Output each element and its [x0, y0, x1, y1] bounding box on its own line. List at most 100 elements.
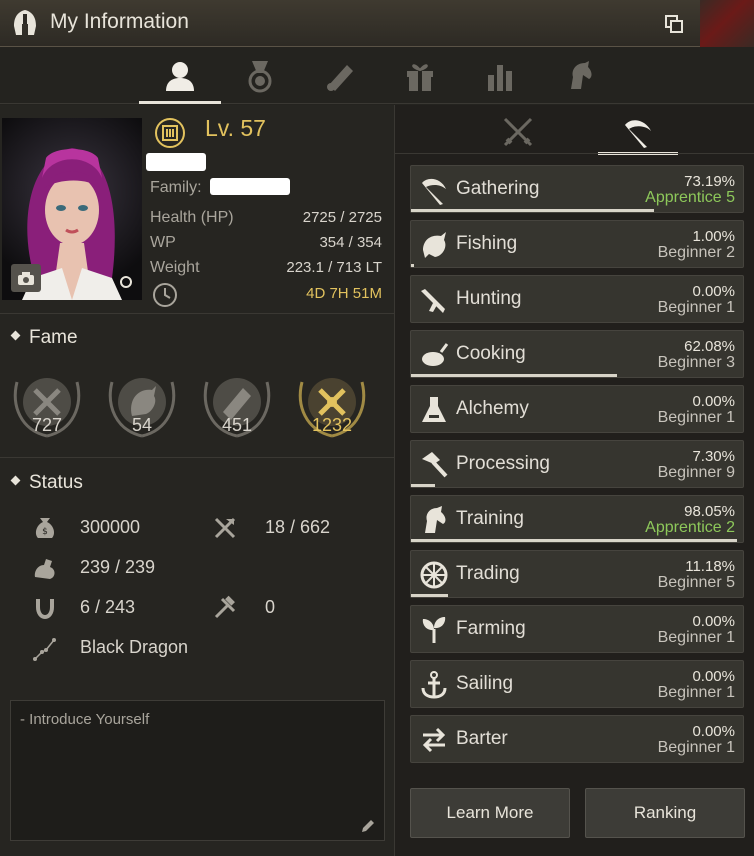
skill-percent: 0.00% — [692, 668, 735, 685]
pencil-icon[interactable] — [360, 818, 376, 834]
swap-arrows-icon — [422, 727, 446, 753]
skill-progress-bar — [411, 539, 737, 542]
skill-percent: 7.30% — [692, 448, 735, 465]
zodiac-value: Black Dragon — [80, 637, 189, 657]
tab-character[interactable] — [139, 54, 221, 104]
sickle-icon — [625, 120, 651, 148]
flask-icon — [422, 397, 446, 422]
character-portrait — [2, 118, 142, 300]
skill-row-fishing[interactable]: Fishing 1.00% Beginner 2 — [410, 220, 744, 268]
tab-knowledge[interactable] — [317, 54, 363, 98]
tab-mount[interactable] — [557, 54, 603, 98]
gift-icon — [407, 64, 433, 91]
skill-rank: Beginner 2 — [657, 244, 735, 261]
stat-label: Weight — [150, 259, 200, 276]
skill-row-gathering[interactable]: Gathering 73.19% Apprentice 5 — [410, 165, 744, 213]
wheel-icon — [420, 561, 448, 589]
skill-rank: Beginner 1 — [657, 409, 735, 426]
skill-row-sailing[interactable]: Sailing 0.00% Beginner 1 — [410, 660, 744, 708]
stat-label: Health (HP) — [150, 209, 234, 226]
wp-row: WP 354 / 354 — [150, 234, 382, 252]
tab-underline-bar — [395, 153, 754, 154]
skill-row-processing[interactable]: Processing 7.30% Beginner 9 — [410, 440, 744, 488]
skill-name: Training — [456, 508, 524, 529]
skill-name: Processing — [456, 453, 550, 474]
skill-name: Alchemy — [456, 398, 529, 419]
contribution-value: 6 / 243 — [80, 597, 136, 617]
stat-value: 2725 / 2725 — [302, 209, 382, 226]
constellation-icon — [33, 638, 56, 661]
fame-heading: Fame — [10, 327, 78, 349]
skill-percent: 62.08% — [684, 338, 735, 355]
playtime-timer: 4D 7H 51M — [306, 285, 382, 302]
skill-rank: Beginner 5 — [657, 574, 735, 591]
introduce-yourself-box[interactable]: - Introduce Yourself — [10, 700, 385, 841]
skill-name: Farming — [456, 618, 526, 639]
tab-life-skills[interactable] — [598, 111, 678, 155]
skill-percent: 73.19% — [684, 173, 735, 190]
life-skills-panel: Gathering 73.19% Apprentice 5 Fishing 1.00% B… — [394, 105, 754, 856]
skill-progress-bar — [411, 374, 617, 377]
silver-value: 300000 — [80, 517, 141, 537]
learn-more-button[interactable]: Learn More — [410, 788, 570, 838]
skill-name: Hunting — [456, 288, 522, 309]
hammer-icon — [422, 452, 448, 478]
helmet-icon — [14, 10, 36, 35]
skill-row-trading[interactable]: Trading 11.18% Beginner 5 — [410, 550, 744, 598]
skill-rank: Beginner 1 — [657, 739, 735, 756]
skill-name: Fishing — [456, 233, 518, 254]
coin-bag-icon: $ — [35, 518, 55, 538]
fame-combat-value: 727 — [31, 415, 63, 435]
bar-chart-icon — [488, 65, 512, 91]
skill-row-farming[interactable]: Farming 0.00% Beginner 1 — [410, 605, 744, 653]
divider — [0, 457, 394, 458]
camera-icon — [18, 271, 34, 285]
skill-row-training[interactable]: Training 98.05% Apprentice 2 — [410, 495, 744, 543]
stat-value: 354 / 354 — [319, 234, 382, 251]
skill-row-alchemy[interactable]: Alchemy 0.00% Beginner 1 — [410, 385, 744, 433]
skill-row-cooking[interactable]: Cooking 62.08% Beginner 3 — [410, 330, 744, 378]
intro-placeholder: - Introduce Yourself — [20, 711, 150, 728]
tab-combat-skills[interactable] — [478, 111, 558, 153]
level-badge-icon — [155, 118, 185, 148]
scroll-icon — [327, 65, 353, 91]
tools-icon — [214, 595, 236, 619]
skill-rank: Beginner 9 — [657, 464, 735, 481]
skill-rank: Apprentice 2 — [645, 519, 735, 536]
skill-rank: Beginner 1 — [657, 299, 735, 316]
skill-percent: 0.00% — [692, 393, 735, 410]
title-bar[interactable]: My Information — [0, 0, 754, 47]
window-title: My Information — [50, 10, 189, 33]
hp-row: Health (HP) 2725 / 2725 — [150, 209, 382, 227]
skill-progress-bar — [411, 484, 435, 487]
tab-stats[interactable] — [477, 54, 523, 98]
top-tab-bar — [0, 48, 754, 104]
skill-percent: 1.00% — [692, 228, 735, 245]
fame-total-value: 1232 — [311, 415, 353, 435]
family-name-redacted — [210, 178, 290, 195]
axe-icon — [214, 517, 236, 539]
screenshot-button[interactable] — [11, 264, 41, 292]
skill-row-barter[interactable]: Barter 0.00% Beginner 1 — [410, 715, 744, 763]
skill-percent: 11.18% — [685, 558, 735, 575]
skill-name: Barter — [456, 728, 508, 749]
fish-icon — [423, 232, 446, 258]
skill-rank: Beginner 3 — [657, 354, 735, 371]
skill-progress-bar — [411, 264, 414, 267]
roast-icon — [422, 343, 449, 366]
skill-name: Trading — [456, 563, 520, 584]
tab-gifts[interactable] — [397, 54, 443, 98]
svg-text:$: $ — [42, 527, 48, 537]
tab-medals[interactable] — [237, 54, 283, 98]
divider — [0, 313, 394, 314]
skill-row-hunting[interactable]: Hunting 0.00% Beginner 1 — [410, 275, 744, 323]
skill-points-value: 18 / 662 — [265, 517, 331, 537]
character-level: Lv. 57 — [205, 115, 266, 141]
weight-row: Weight 223.1 / 713 LT — [150, 259, 382, 277]
sprout-icon — [422, 617, 446, 643]
ranking-button[interactable]: Ranking — [585, 788, 745, 838]
skill-percent: 98.05% — [684, 503, 735, 520]
popout-icon[interactable] — [664, 14, 684, 34]
skill-percent: 0.00% — [692, 613, 735, 630]
skill-name: Gathering — [456, 178, 540, 199]
